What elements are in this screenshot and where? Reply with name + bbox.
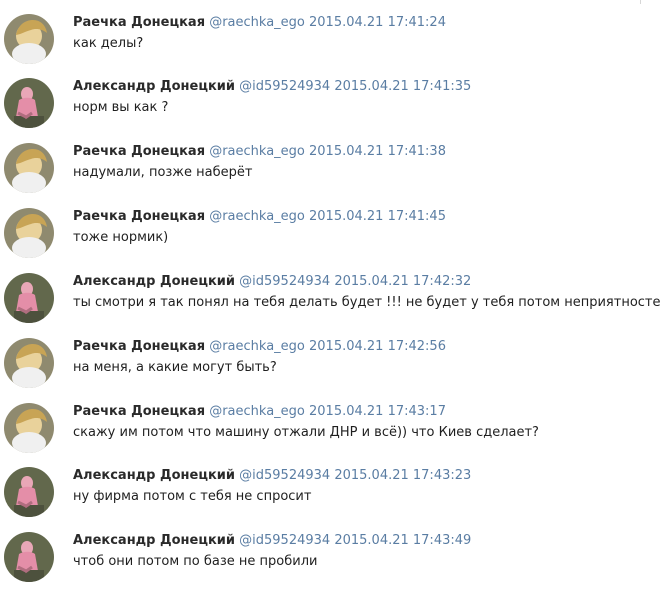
- message-item: Раечка Донецкая @raechka_ego 2015.04.21 …: [0, 208, 660, 268]
- message-meta: Раечка Донецкая @raechka_ego 2015.04.21 …: [73, 208, 446, 226]
- raechka-avatar[interactable]: [4, 143, 54, 193]
- message-text: тоже нормик): [73, 230, 169, 245]
- timestamp-link[interactable]: 2015.04.21 17:41:24: [309, 15, 446, 30]
- message-meta: Раечка Донецкая @raechka_ego 2015.04.21 …: [73, 403, 446, 421]
- message-text: надумали, позже наберёт: [73, 165, 253, 180]
- alexander-avatar[interactable]: [4, 467, 54, 517]
- message-text: на меня, а какие могут быть?: [73, 360, 277, 375]
- author-handle[interactable]: @raechka_ego: [209, 15, 305, 30]
- timestamp-link[interactable]: 2015.04.21 17:43:49: [334, 533, 471, 548]
- message-item: Раечка Донецкая @raechka_ego 2015.04.21 …: [0, 143, 660, 203]
- author-handle[interactable]: @raechka_ego: [209, 209, 305, 224]
- message-item: Александр Донецкий @id59524934 2015.04.2…: [0, 467, 660, 527]
- author-name[interactable]: Александр Донецкий: [73, 468, 235, 483]
- raechka-avatar[interactable]: [4, 403, 54, 453]
- message-item: Александр Донецкий @id59524934 2015.04.2…: [0, 273, 660, 333]
- author-name[interactable]: Александр Донецкий: [73, 533, 235, 548]
- message-meta: Раечка Донецкая @raechka_ego 2015.04.21 …: [73, 14, 446, 32]
- alexander-avatar[interactable]: [4, 532, 54, 582]
- author-handle[interactable]: @id59524934: [239, 79, 330, 94]
- message-item: Александр Донецкий @id59524934 2015.04.2…: [0, 532, 660, 592]
- timestamp-link[interactable]: 2015.04.21 17:41:35: [334, 79, 471, 94]
- message-text: норм вы как ?: [73, 100, 169, 115]
- timestamp-link[interactable]: 2015.04.21 17:42:32: [334, 274, 471, 289]
- scrollbar-marker[interactable]: [640, 0, 641, 4]
- author-handle[interactable]: @raechka_ego: [209, 144, 305, 159]
- message-item: Раечка Донецкая @raechka_ego 2015.04.21 …: [0, 403, 660, 463]
- message-meta: Александр Донецкий @id59524934 2015.04.2…: [73, 273, 471, 291]
- author-name[interactable]: Александр Донецкий: [73, 79, 235, 94]
- author-name[interactable]: Раечка Донецкая: [73, 339, 205, 354]
- message-meta: Александр Донецкий @id59524934 2015.04.2…: [73, 532, 471, 550]
- timestamp-link[interactable]: 2015.04.21 17:42:56: [309, 339, 446, 354]
- message-meta: Александр Донецкий @id59524934 2015.04.2…: [73, 78, 471, 96]
- message-item: Александр Донецкий @id59524934 2015.04.2…: [0, 78, 660, 138]
- alexander-avatar[interactable]: [4, 273, 54, 323]
- author-handle[interactable]: @id59524934: [239, 533, 330, 548]
- message-text: как делы?: [73, 36, 144, 51]
- author-name[interactable]: Александр Донецкий: [73, 274, 235, 289]
- author-handle[interactable]: @id59524934: [239, 468, 330, 483]
- timestamp-link[interactable]: 2015.04.21 17:41:45: [309, 209, 446, 224]
- message-meta: Раечка Донецкая @raechka_ego 2015.04.21 …: [73, 338, 446, 356]
- message-text: ты смотри я так понял на тебя делать буд…: [73, 295, 660, 310]
- message-item: Раечка Донецкая @raechka_ego 2015.04.21 …: [0, 338, 660, 398]
- author-handle[interactable]: @raechka_ego: [209, 404, 305, 419]
- raechka-avatar[interactable]: [4, 338, 54, 388]
- timestamp-link[interactable]: 2015.04.21 17:43:23: [334, 468, 471, 483]
- message-meta: Александр Донецкий @id59524934 2015.04.2…: [73, 467, 471, 485]
- raechka-avatar[interactable]: [4, 14, 54, 64]
- alexander-avatar[interactable]: [4, 78, 54, 128]
- message-thread: Раечка Донецкая @raechka_ego 2015.04.21 …: [0, 0, 660, 596]
- timestamp-link[interactable]: 2015.04.21 17:41:38: [309, 144, 446, 159]
- message-text: чтоб они потом по базе не пробили: [73, 554, 318, 569]
- author-handle[interactable]: @id59524934: [239, 274, 330, 289]
- raechka-avatar[interactable]: [4, 208, 54, 258]
- message-text: скажу им потом что машину отжали ДНР и в…: [73, 425, 539, 440]
- author-name[interactable]: Раечка Донецкая: [73, 404, 205, 419]
- author-name[interactable]: Раечка Донецкая: [73, 209, 205, 224]
- author-name[interactable]: Раечка Донецкая: [73, 144, 205, 159]
- message-item: Раечка Донецкая @raechka_ego 2015.04.21 …: [0, 14, 660, 74]
- message-text: ну фирма потом с тебя не спросит: [73, 489, 312, 504]
- author-handle[interactable]: @raechka_ego: [209, 339, 305, 354]
- author-name[interactable]: Раечка Донецкая: [73, 15, 205, 30]
- message-meta: Раечка Донецкая @raechka_ego 2015.04.21 …: [73, 143, 446, 161]
- timestamp-link[interactable]: 2015.04.21 17:43:17: [309, 404, 446, 419]
